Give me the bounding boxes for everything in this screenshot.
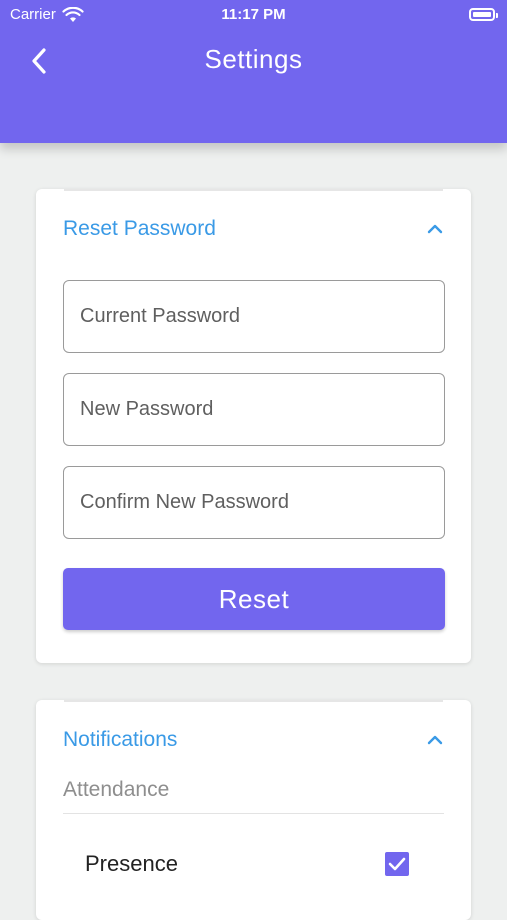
reset-button[interactable]: Reset <box>63 568 445 630</box>
reset-password-card: Reset Password Reset <box>36 189 471 663</box>
clock: 11:17 PM <box>221 6 286 23</box>
notification-row-presence: Presence <box>85 848 409 880</box>
card-divider <box>64 189 443 191</box>
presence-checkbox[interactable] <box>385 852 409 876</box>
presence-label: Presence <box>85 851 178 876</box>
chevron-up-icon <box>426 220 444 238</box>
status-bar: Carrier 11:17 PM <box>0 0 507 30</box>
notifications-header[interactable]: Notifications <box>63 725 444 755</box>
reset-password-header[interactable]: Reset Password <box>63 214 444 244</box>
group-divider <box>63 813 444 814</box>
checkmark-icon <box>388 857 406 871</box>
confirm-password-input[interactable] <box>64 467 444 538</box>
attendance-group-label: Attendance <box>63 778 170 801</box>
notifications-card: Notifications Attendance Presence <box>36 700 471 920</box>
chevron-up-icon <box>426 731 444 749</box>
card-divider <box>64 700 443 702</box>
new-password-input[interactable] <box>64 374 444 445</box>
confirm-password-field[interactable] <box>63 466 445 539</box>
current-password-field[interactable] <box>63 280 445 353</box>
new-password-field[interactable] <box>63 373 445 446</box>
reset-password-heading: Reset Password <box>63 217 216 240</box>
current-password-input[interactable] <box>64 281 444 352</box>
app-header: Carrier 11:17 PM Settings <box>0 0 507 143</box>
page-title: Settings <box>204 44 303 74</box>
notifications-heading: Notifications <box>63 728 178 751</box>
battery-icon <box>469 8 498 21</box>
